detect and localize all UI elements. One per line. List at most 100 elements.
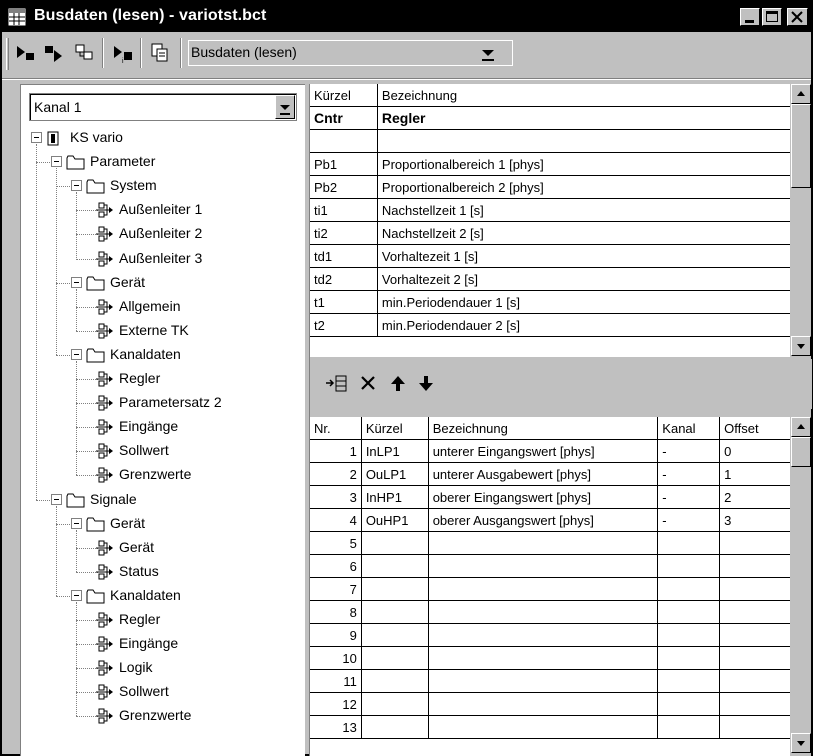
delete-icon[interactable] bbox=[358, 373, 380, 395]
bus-table-scrollbar[interactable] bbox=[791, 417, 811, 754]
scroll-up-button[interactable] bbox=[791, 84, 811, 104]
tree-item-status[interactable]: Status bbox=[21, 561, 301, 583]
tree-item-kanaldaten-param[interactable]: Kanaldaten bbox=[21, 344, 301, 366]
param-table-scrollbar[interactable] bbox=[791, 84, 811, 357]
tree-item-geraet-leaf[interactable]: Gerät bbox=[21, 537, 301, 559]
scroll-thumb[interactable] bbox=[791, 437, 811, 467]
table-row[interactable]: 2 OuLP1 unterer Ausgabewert [phys] -1 bbox=[310, 462, 790, 486]
tree-item-eingaenge-sig[interactable]: Eingänge bbox=[21, 633, 301, 655]
scroll-up-button[interactable] bbox=[791, 417, 811, 437]
table-row[interactable]: ti2 Nachstellzeit 2 [s] bbox=[310, 221, 790, 245]
table-row[interactable]: 10 bbox=[310, 646, 790, 670]
tree-item-parametersatz-2[interactable]: Parametersatz 2 bbox=[21, 392, 301, 414]
row-number: 8 bbox=[310, 600, 362, 624]
offset bbox=[719, 669, 790, 693]
tree-item-geraet-sig[interactable]: Gerät bbox=[21, 513, 301, 535]
table-row[interactable] bbox=[310, 129, 790, 153]
minimize-icon bbox=[745, 20, 754, 23]
tree-item-aussenleiter-2[interactable]: Außenleiter 2 bbox=[21, 223, 301, 245]
tree-item-externe-tk[interactable]: Externe TK bbox=[21, 320, 301, 342]
arrow-up-icon bbox=[797, 91, 805, 96]
table-row[interactable]: 13 bbox=[310, 715, 790, 739]
close-button[interactable] bbox=[787, 8, 808, 26]
table-row[interactable]: 7 bbox=[310, 577, 790, 601]
collapse-icon[interactable] bbox=[31, 132, 42, 143]
tree-item-regler-sig[interactable]: Regler bbox=[21, 609, 301, 631]
table-row[interactable]: t2 min.Periodendauer 2 [s] bbox=[310, 313, 790, 337]
table-row[interactable]: 8 bbox=[310, 600, 790, 624]
copy-icon[interactable] bbox=[148, 40, 174, 66]
table-row[interactable]: 9 bbox=[310, 623, 790, 647]
collapse-icon[interactable] bbox=[51, 156, 62, 168]
toolbar-separator bbox=[102, 38, 104, 68]
minimize-button[interactable] bbox=[740, 8, 760, 26]
param-code bbox=[360, 692, 429, 716]
channel-select-button[interactable] bbox=[275, 95, 295, 119]
table-row[interactable]: td1 Vorhaltezeit 1 [s] bbox=[310, 244, 790, 268]
scroll-thumb[interactable] bbox=[791, 104, 811, 188]
read-from-device-icon[interactable] bbox=[12, 40, 38, 66]
collapse-icon[interactable] bbox=[71, 348, 82, 360]
tree-item-label: Kanaldaten bbox=[110, 345, 181, 362]
tree-item-allgemein[interactable]: Allgemein bbox=[21, 296, 301, 318]
table-row[interactable]: Pb1 Proportionalbereich 1 [phys] bbox=[310, 152, 790, 176]
move-down-icon[interactable] bbox=[416, 373, 438, 395]
column-header[interactable]: Offset bbox=[719, 417, 790, 440]
column-header[interactable]: Nr. bbox=[310, 417, 362, 440]
title-bar[interactable]: Busdaten (lesen) - variotst.bct bbox=[2, 2, 811, 32]
table-row[interactable]: 6 bbox=[310, 554, 790, 578]
arrow-down-icon bbox=[797, 344, 805, 349]
table-row[interactable]: 1 InLP1 unterer Eingangswert [phys] -0 bbox=[310, 439, 790, 463]
table-row[interactable]: 12 bbox=[310, 692, 790, 716]
group-row[interactable]: Cntr Regler bbox=[310, 106, 790, 130]
collapse-icon[interactable] bbox=[71, 180, 82, 192]
tree-item-grenzwerte-param[interactable]: Grenzwerte bbox=[21, 464, 301, 486]
tree-item-regler-param[interactable]: Regler bbox=[21, 368, 301, 390]
channel: - bbox=[657, 485, 721, 509]
scroll-down-button[interactable] bbox=[791, 733, 811, 753]
tree-item-geraet-param[interactable]: Gerät bbox=[21, 272, 301, 294]
tree-item-aussenleiter-3[interactable]: Außenleiter 3 bbox=[21, 248, 301, 270]
tree-item-logik[interactable]: Logik bbox=[21, 657, 301, 679]
column-header[interactable]: Bezeichnung bbox=[376, 84, 790, 107]
move-up-icon[interactable] bbox=[388, 373, 410, 395]
table-row[interactable]: 5 bbox=[310, 531, 790, 555]
scroll-down-button[interactable] bbox=[791, 336, 811, 356]
column-header[interactable]: Bezeichnung bbox=[427, 417, 659, 440]
tree-item-kanaldaten-sig[interactable]: Kanaldaten bbox=[21, 585, 301, 607]
write-to-device-icon[interactable] bbox=[42, 40, 68, 66]
column-header[interactable]: Kürzel bbox=[360, 417, 429, 440]
row-number: 9 bbox=[310, 623, 362, 647]
column-header[interactable]: Kanal bbox=[657, 417, 721, 440]
tree-item-parameter[interactable]: Parameter bbox=[21, 151, 301, 173]
tree-item-aussenleiter-1[interactable]: Außenleiter 1 bbox=[21, 199, 301, 221]
collapse-icon[interactable] bbox=[51, 493, 62, 505]
collapse-icon[interactable] bbox=[71, 276, 82, 288]
tree-item-system[interactable]: System bbox=[21, 175, 301, 197]
tree-item-eingaenge-param[interactable]: Eingänge bbox=[21, 416, 301, 438]
collapse-icon[interactable] bbox=[71, 517, 82, 529]
view-select[interactable]: Busdaten (lesen) bbox=[188, 40, 513, 66]
view-select-button[interactable] bbox=[468, 42, 508, 64]
table-row[interactable]: 11 bbox=[310, 669, 790, 693]
tree-item-sollwert-param[interactable]: Sollwert bbox=[21, 440, 301, 462]
tree-item-signale[interactable]: Signale bbox=[21, 489, 301, 511]
toolbar-grip bbox=[6, 38, 9, 70]
device-info-icon[interactable]: i bbox=[110, 40, 136, 66]
table-row[interactable]: 3 InHP1 oberer Eingangswert [phys] -2 bbox=[310, 485, 790, 509]
collapse-icon[interactable] bbox=[71, 589, 82, 601]
compare-icon[interactable] bbox=[72, 40, 98, 66]
insert-row-icon[interactable] bbox=[324, 373, 350, 395]
tree-item-sollwert-sig[interactable]: Sollwert bbox=[21, 681, 301, 703]
maximize-button[interactable] bbox=[762, 8, 782, 26]
table-row[interactable]: t1 min.Periodendauer 1 [s] bbox=[310, 290, 790, 314]
table-row[interactable]: ti1 Nachstellzeit 1 [s] bbox=[310, 198, 790, 222]
tree-item-ks-vario[interactable]: KS vario bbox=[21, 127, 301, 149]
tree-item-grenzwerte-sig[interactable]: Grenzwerte bbox=[21, 705, 301, 727]
channel-select[interactable]: Kanal 1 bbox=[29, 93, 297, 121]
column-header[interactable]: Kürzel bbox=[310, 84, 378, 107]
table-row[interactable]: td2 Vorhaltezeit 2 [s] bbox=[310, 267, 790, 291]
table-row[interactable]: Pb2 Proportionalbereich 2 [phys] bbox=[310, 175, 790, 199]
table-row[interactable]: 4 OuHP1 oberer Ausgangswert [phys] -3 bbox=[310, 508, 790, 532]
param-code: InLP1 bbox=[360, 439, 429, 463]
